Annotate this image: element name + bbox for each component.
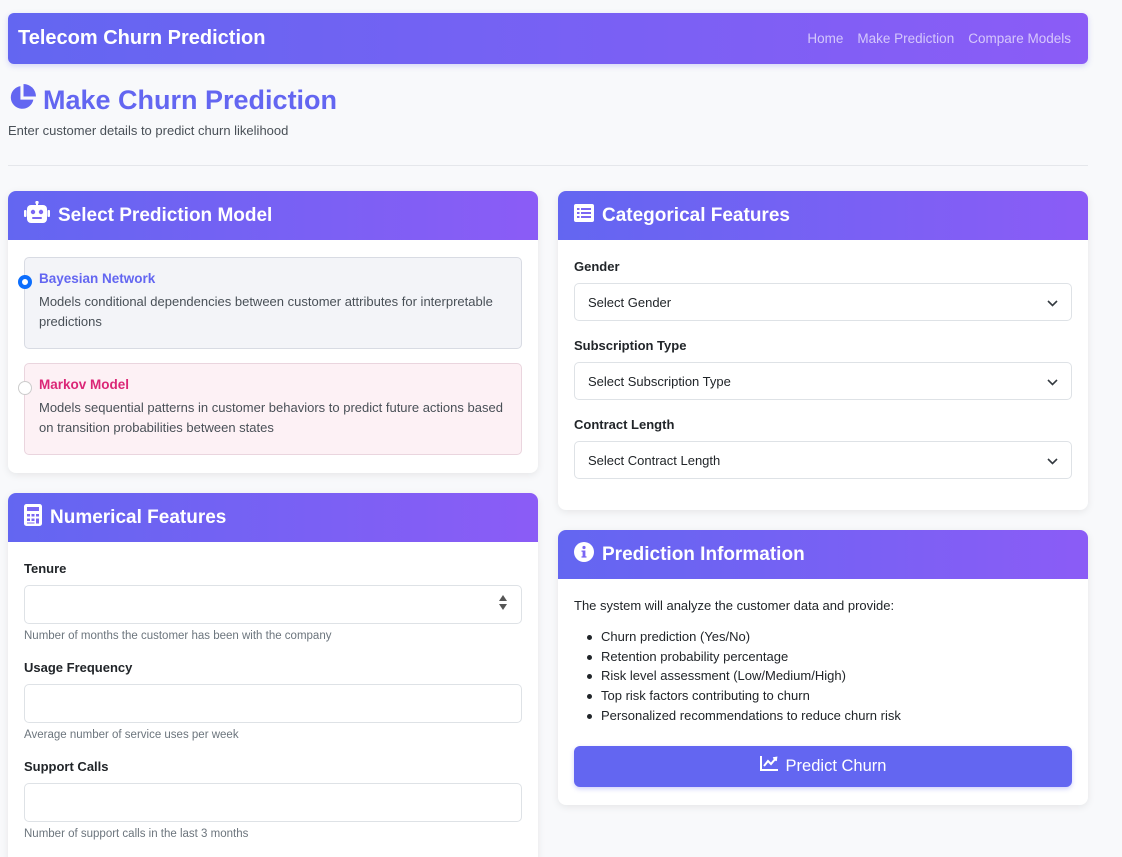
card-header: Numerical Features — [8, 493, 538, 542]
tenure-group: Tenure Number of months the customer has… — [24, 561, 522, 642]
chart-line-icon — [759, 756, 778, 776]
nav-link-home[interactable]: Home — [807, 31, 843, 46]
select-value: Select Gender — [588, 294, 672, 310]
card-title: Categorical Features — [602, 204, 790, 226]
nav-links: Home Make Prediction Compare Models — [807, 31, 1071, 46]
tenure-input[interactable] — [24, 585, 522, 624]
model-option-markov[interactable]: Markov Model Models sequential patterns … — [18, 363, 522, 455]
pie-chart-icon — [8, 83, 37, 117]
help-text: Average number of service uses per week — [24, 729, 239, 741]
nav-link-make-prediction[interactable]: Make Prediction — [857, 31, 954, 46]
select-value: Select Contract Length — [588, 452, 721, 468]
radio-bayesian[interactable] — [18, 275, 32, 289]
model-description: Models sequential patterns in customer b… — [39, 400, 503, 435]
list-item: Personalized recommendations to reduce c… — [584, 706, 1072, 726]
prediction-info-card: Prediction Information The system will a… — [558, 530, 1088, 805]
model-name: Markov Model — [39, 377, 130, 392]
card-header: Select Prediction Model — [8, 191, 538, 240]
calculator-icon — [24, 504, 42, 531]
list-item: Risk level assessment (Low/Medium/High) — [584, 666, 1072, 686]
chevron-down-icon — [1047, 295, 1058, 310]
nav-link-compare-models[interactable]: Compare Models — [968, 31, 1071, 46]
subscription-type-group: Subscription Type Select Subscription Ty… — [574, 338, 1072, 400]
page-title: Make Churn Prediction — [43, 84, 338, 115]
subscription-type-select[interactable]: Select Subscription Type — [574, 362, 1072, 400]
divider — [8, 165, 1088, 166]
button-label: Predict Churn — [785, 756, 887, 775]
number-spinner-icon[interactable] — [499, 595, 507, 610]
card-header: Categorical Features — [558, 191, 1088, 240]
info-icon — [574, 542, 594, 567]
support-calls-input[interactable] — [24, 783, 522, 822]
list-item: Top risk factors contributing to churn — [584, 686, 1072, 706]
model-name: Bayesian Network — [39, 271, 156, 286]
help-text: Number of months the customer has been w… — [24, 630, 332, 642]
radio-markov[interactable] — [18, 381, 32, 395]
card-title: Numerical Features — [50, 506, 227, 528]
categorical-features-card: Categorical Features Gender Select Gende… — [558, 191, 1088, 510]
model-description: Models conditional dependencies between … — [39, 294, 493, 329]
model-select-card: Select Prediction Model Bayesian Network… — [8, 191, 538, 473]
field-label: Subscription Type — [574, 338, 687, 353]
card-title: Prediction Information — [602, 543, 805, 565]
navbar-brand[interactable]: Telecom Churn Prediction — [18, 27, 265, 50]
robot-icon — [24, 200, 50, 230]
list-item: Retention probability percentage — [584, 647, 1072, 667]
field-label: Gender — [574, 259, 620, 274]
contract-length-select[interactable]: Select Contract Length — [574, 441, 1072, 479]
field-label: Tenure — [24, 561, 67, 576]
usage-frequency-group: Usage Frequency Average number of servic… — [24, 660, 522, 741]
gender-select[interactable]: Select Gender — [574, 283, 1072, 321]
card-header: Prediction Information — [558, 530, 1088, 579]
usage-frequency-input[interactable] — [24, 684, 522, 723]
page-heading: Make Churn Prediction — [8, 83, 337, 117]
model-option-bayesian[interactable]: Bayesian Network Models conditional depe… — [18, 257, 522, 349]
field-label: Support Calls — [24, 759, 109, 774]
contract-length-group: Contract Length Select Contract Length — [574, 417, 1072, 479]
info-list: Churn prediction (Yes/No) Retention prob… — [574, 627, 1072, 726]
select-value: Select Subscription Type — [588, 373, 731, 389]
support-calls-group: Support Calls Number of support calls in… — [24, 759, 522, 840]
card-title: Select Prediction Model — [58, 204, 273, 226]
info-intro: The system will analyze the customer dat… — [574, 598, 895, 613]
help-text: Number of support calls in the last 3 mo… — [24, 828, 249, 840]
numerical-features-card: Numerical Features Tenure Number of mont… — [8, 493, 538, 857]
chevron-down-icon — [1047, 374, 1058, 389]
predict-churn-button[interactable]: Predict Churn — [574, 745, 1072, 787]
field-label: Contract Length — [574, 417, 675, 432]
navbar: Telecom Churn Prediction Home Make Predi… — [8, 13, 1088, 64]
list-item: Churn prediction (Yes/No) — [584, 627, 1072, 647]
gender-group: Gender Select Gender — [574, 259, 1072, 321]
field-label: Usage Frequency — [24, 660, 133, 675]
list-icon — [574, 204, 594, 227]
page-subtitle: Enter customer details to predict churn … — [8, 123, 289, 138]
chevron-down-icon — [1047, 453, 1058, 468]
